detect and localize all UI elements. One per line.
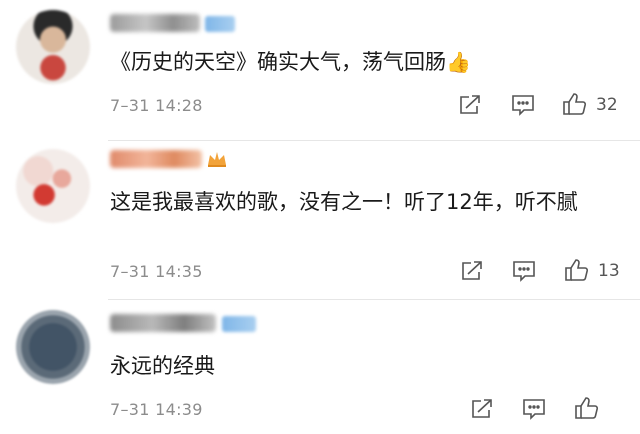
thumbs-up-icon[interactable] (574, 396, 600, 420)
vip-badge-icon (205, 16, 235, 32)
comment-text: 永远的经典 (110, 354, 215, 378)
username-blurred[interactable] (110, 14, 200, 32)
comment-text: 《历史的天空》确实大气，荡气回肠👍 (110, 50, 471, 74)
share-icon[interactable] (458, 94, 482, 116)
comment-text: 这是我最喜欢的歌，没有之一！听了12年，听不腻 (110, 190, 578, 214)
comment-time: 7–31 14:39 (110, 400, 203, 419)
comment-item: 这是我最喜欢的歌，没有之一！听了12年，听不腻 7–31 14:35 13 (0, 141, 640, 299)
username-blurred[interactable] (110, 314, 216, 332)
comment-icon[interactable] (512, 260, 536, 282)
like-count: 13 (598, 261, 620, 281)
comment-time: 7–31 14:35 (110, 262, 203, 281)
thumbs-up-emoji: 👍 (446, 50, 471, 74)
avatar[interactable] (16, 149, 90, 223)
username-blurred[interactable] (110, 150, 202, 168)
thumbs-up-icon[interactable] (564, 258, 590, 282)
share-icon[interactable] (460, 260, 484, 282)
avatar[interactable] (16, 310, 90, 384)
comment-time: 7–31 14:28 (110, 96, 203, 115)
comment-icon[interactable] (522, 398, 546, 420)
thumbs-up-icon[interactable] (562, 92, 588, 116)
vip-badge-icon (222, 316, 256, 332)
share-icon[interactable] (470, 398, 494, 420)
comment-icon[interactable] (511, 94, 535, 116)
crown-icon (206, 150, 228, 168)
comment-item: 永远的经典 7–31 14:39 (0, 300, 640, 434)
like-count: 32 (596, 95, 618, 115)
avatar[interactable] (16, 10, 90, 84)
comment-item: 《历史的天空》确实大气，荡气回肠👍 7–31 14:28 32 (0, 0, 640, 140)
